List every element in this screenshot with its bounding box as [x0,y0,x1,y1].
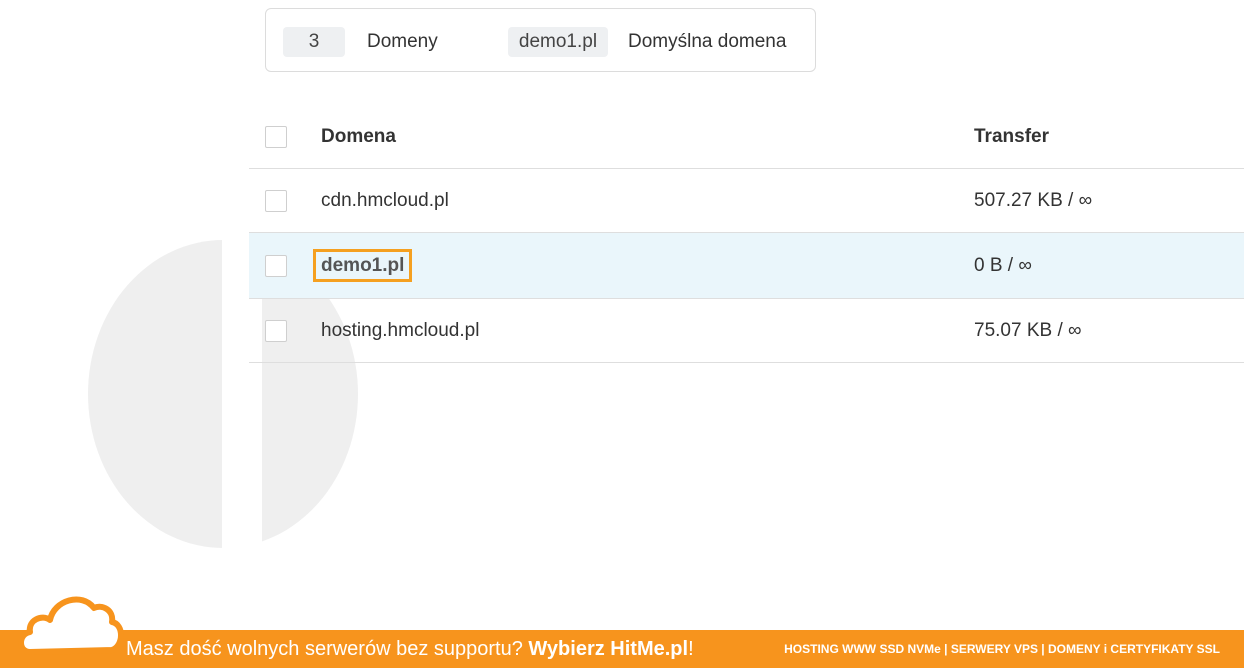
domain-name[interactable]: cdn.hmcloud.pl [321,190,449,212]
select-all-checkbox[interactable] [265,125,287,148]
transfer-value: 75.07 KB / ∞ [974,319,1082,341]
transfer-value: 507.27 KB / ∞ [974,189,1093,211]
table-row[interactable]: cdn.hmcloud.pl 507.27 KB / ∞ [249,169,1244,233]
table-row-selected[interactable]: demo1.pl 0 B / ∞ [249,233,1244,299]
row-checkbox[interactable] [265,319,287,342]
promo-text: Masz dość wolnych serwerów bez supportu?… [126,630,694,668]
promo-services: HOSTING WWW SSD NVMe | SERWERY VPS | DOM… [784,642,1220,656]
row-checkbox[interactable] [265,189,287,212]
table-header-row: Domena Transfer [249,105,1244,169]
column-header-transfer[interactable]: Transfer [974,126,1049,148]
promo-text-brand: Wybierz HitMe.pl [528,638,689,660]
promo-text-prefix: Masz dość wolnych serwerów bez supportu? [126,638,529,660]
domain-count-label: Domeny [367,31,438,52]
default-domain-label: Domyślna domena [628,31,787,52]
row-checkbox[interactable] [265,254,287,277]
domain-name[interactable]: hosting.hmcloud.pl [321,320,479,342]
default-domain-badge: demo1.pl [508,27,608,57]
domain-name-highlighted[interactable]: demo1.pl [312,248,413,282]
domain-count-badge: 3 [283,27,345,57]
domains-table: Domena Transfer cdn.hmcloud.pl 507.27 KB… [249,105,1244,363]
promo-text-suffix: ! [688,638,694,660]
domain-name-cell[interactable]: demo1.pl [312,248,413,282]
promo-banner[interactable]: Masz dość wolnych serwerów bez supportu?… [0,630,1244,668]
cloud-logo-icon [18,596,124,655]
column-header-domain[interactable]: Domena [321,126,396,148]
table-row[interactable]: hosting.hmcloud.pl 75.07 KB / ∞ [249,299,1244,363]
domain-summary-box: 3 Domeny demo1.pl Domyślna domena [265,8,816,72]
transfer-value: 0 B / ∞ [974,254,1032,276]
